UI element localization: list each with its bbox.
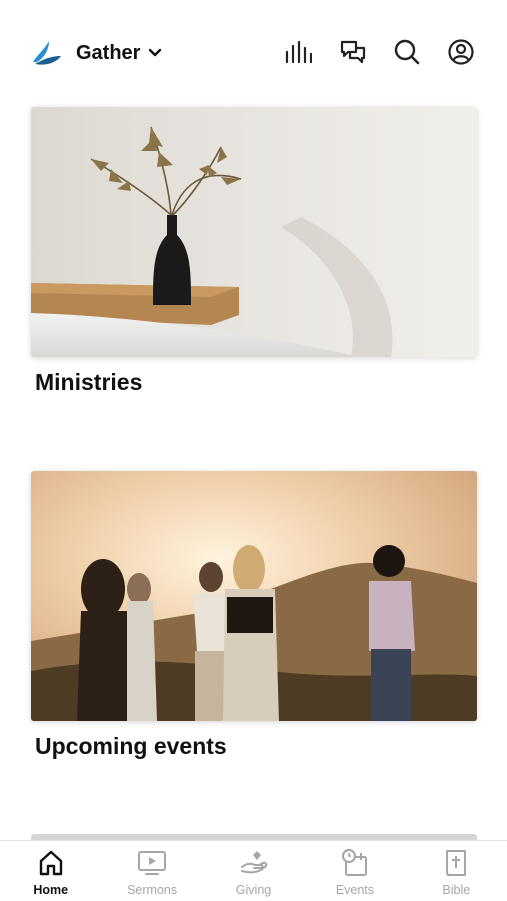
ministries-image bbox=[31, 107, 477, 357]
organization-switcher[interactable]: Gather bbox=[76, 40, 162, 66]
tab-label: Giving bbox=[235, 883, 272, 897]
card-title: Upcoming events bbox=[35, 733, 227, 759]
messages-icon[interactable] bbox=[339, 38, 367, 66]
tab-label: Sermons bbox=[127, 883, 178, 897]
tab-bible[interactable]: Bible bbox=[406, 841, 507, 901]
tab-sermons[interactable]: Sermons bbox=[101, 841, 202, 901]
home-icon bbox=[39, 850, 62, 876]
tab-giving[interactable]: Giving bbox=[203, 841, 304, 901]
giving-hand-icon bbox=[240, 851, 267, 874]
profile-icon[interactable] bbox=[447, 38, 475, 66]
card-title: Ministries bbox=[35, 369, 143, 395]
search-icon[interactable] bbox=[393, 38, 421, 66]
app-name: Gather bbox=[76, 41, 141, 64]
listen-icon[interactable] bbox=[284, 38, 312, 66]
video-play-icon bbox=[138, 851, 167, 875]
tab-label: Events bbox=[335, 883, 375, 897]
gather-logo-icon bbox=[33, 41, 61, 65]
upcoming-events-card[interactable]: Upcoming events bbox=[31, 471, 477, 760]
tab-label: Bible bbox=[442, 883, 471, 897]
ministries-card[interactable]: Ministries bbox=[31, 107, 477, 396]
app-header: Gather bbox=[0, 0, 507, 100]
tab-label: Home bbox=[33, 883, 69, 897]
upcoming-events-image bbox=[31, 471, 477, 721]
chevron-down-icon bbox=[149, 48, 162, 57]
tab-events[interactable]: Events bbox=[304, 841, 405, 901]
calendar-clock-icon bbox=[341, 849, 367, 876]
bottom-tab-bar: Home Sermons Giving Events Bible bbox=[0, 840, 507, 901]
tab-home[interactable]: Home bbox=[0, 841, 101, 901]
bible-icon bbox=[446, 850, 467, 876]
